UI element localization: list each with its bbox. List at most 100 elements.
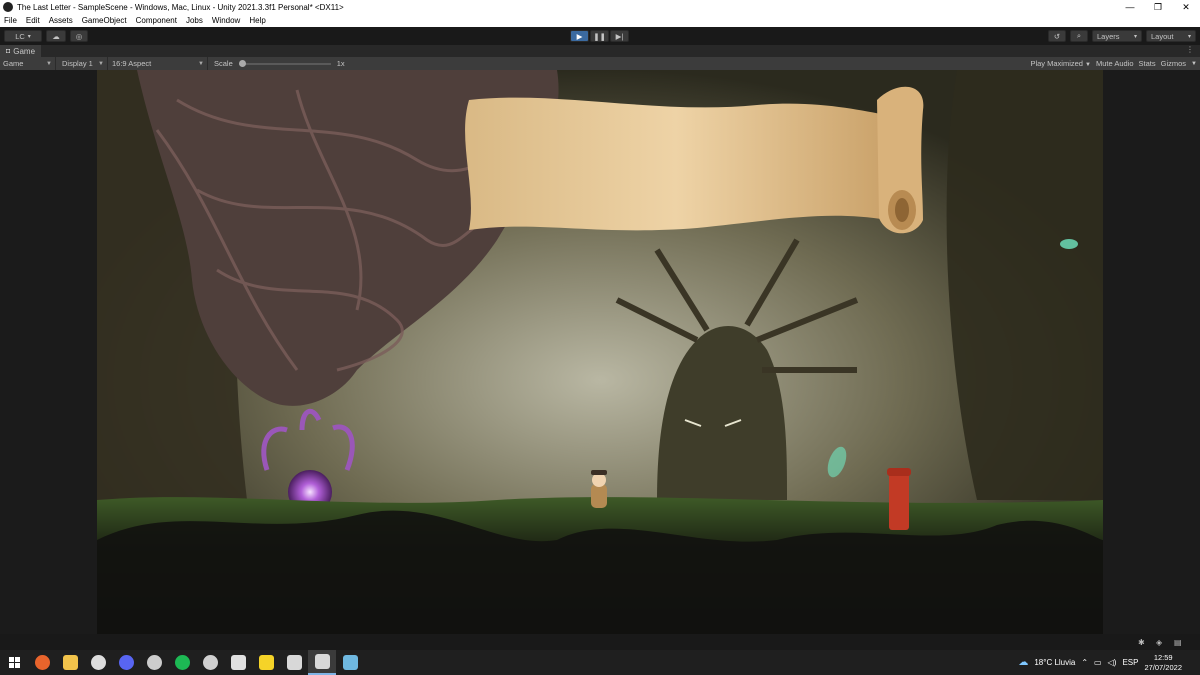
taskbar-app-notes[interactable] — [336, 650, 364, 675]
tray-overflow-icon[interactable]: ⌃ — [1081, 658, 1088, 667]
search-icon[interactable]: ⌕ — [1070, 30, 1088, 42]
console-icon[interactable]: ▤ — [1174, 638, 1184, 647]
unity-icon — [286, 655, 302, 670]
taskbar-app-steam[interactable] — [84, 650, 112, 675]
close-button[interactable]: ✕ — [1172, 0, 1200, 14]
unity-logo-icon — [3, 2, 13, 12]
scale-slider[interactable] — [238, 59, 331, 67]
stats-toggle[interactable]: Stats — [1139, 59, 1156, 68]
more-options-icon[interactable]: ⋮ — [1186, 45, 1194, 54]
play-controls: ▶ ❚❚ ▶| — [570, 30, 629, 42]
panel-tab-bar: ◘ Game ⋮ — [0, 45, 1200, 57]
view-mode-dropdown[interactable]: Game ▼ — [0, 57, 56, 70]
main-toolbar: LC ▾ ☁ ◎ ▶ ❚❚ ▶| ↺ ⌕ Layers ▾ Layout ▾ — [0, 27, 1200, 45]
clock[interactable]: 12:59 27/07/2022 — [1144, 653, 1182, 673]
taskbar-app-discord[interactable] — [112, 650, 140, 675]
gizmos-toggle[interactable]: Gizmos — [1161, 59, 1186, 68]
aspect-label: 16:9 Aspect — [112, 59, 152, 68]
scale-slider-knob[interactable] — [238, 59, 246, 67]
menu-gameobject[interactable]: GameObject — [82, 16, 127, 25]
game-scene — [97, 70, 1103, 634]
network-icon[interactable]: ▭ — [1094, 658, 1102, 667]
menu-file[interactable]: File — [4, 16, 17, 25]
cloud-icon[interactable]: ☁ — [46, 30, 66, 42]
taskbar-app-spotify[interactable] — [168, 650, 196, 675]
window-title-bar: The Last Letter - SampleScene - Windows,… — [0, 0, 1200, 14]
pause-button[interactable]: ❚❚ — [590, 30, 609, 42]
right-trees — [946, 70, 1103, 500]
windows-logo-icon — [8, 657, 20, 668]
history-icon[interactable]: ↺ — [1048, 30, 1066, 42]
minimize-button[interactable]: — — [1116, 0, 1144, 14]
window-title: The Last Letter - SampleScene - Windows,… — [17, 2, 344, 12]
volume-icon[interactable]: ◁) — [1108, 658, 1117, 667]
bug-icon[interactable]: ✱ — [1138, 638, 1148, 647]
steam-icon — [90, 655, 106, 670]
gamepad-icon: ◘ — [6, 47, 11, 55]
chevron-down-icon: ▼ — [198, 60, 204, 67]
menu-edit[interactable]: Edit — [26, 16, 40, 25]
weather-text[interactable]: 18°C Lluvia — [1034, 658, 1075, 667]
layers-dropdown[interactable]: Layers ▾ — [1092, 30, 1142, 42]
layout-dropdown[interactable]: Layout ▾ — [1146, 30, 1196, 42]
menu-jobs[interactable]: Jobs — [186, 16, 203, 25]
play-maximized-dropdown[interactable]: Play Maximized ▼ — [1030, 59, 1091, 68]
scale-label: Scale — [214, 59, 233, 68]
menu-window[interactable]: Window — [212, 16, 240, 25]
chevron-down-icon: ▾ — [27, 33, 31, 40]
collab-icon[interactable]: ◎ — [70, 30, 88, 42]
file-explorer-icon — [62, 655, 78, 670]
taskbar-app-unity-editor[interactable] — [308, 650, 336, 675]
search-app-icon — [146, 655, 162, 670]
red-postbox — [887, 468, 911, 530]
notes-app-icon — [342, 655, 358, 670]
tab-game[interactable]: ◘ Game — [0, 45, 42, 57]
cloud-status-icon[interactable]: ◈ — [1156, 638, 1166, 647]
taskbar-app-unity[interactable] — [280, 650, 308, 675]
layout-label: Layout — [1151, 31, 1174, 41]
windows-taskbar: ☁ 18°C Lluvia ⌃ ▭ ◁) ESP 12:59 27/07/202… — [0, 650, 1200, 675]
chevron-down-icon: ▾ — [1133, 33, 1137, 40]
game-viewport[interactable] — [0, 70, 1200, 634]
layers-label: Layers — [1097, 31, 1120, 41]
aspect-dropdown[interactable]: 16:9 Aspect ▼ — [108, 57, 208, 70]
spotify-icon — [174, 655, 190, 670]
game-view-toolbar: Game ▼ Display 1 ▼ 16:9 Aspect ▼ Scale 1… — [0, 57, 1200, 70]
taskbar-app-sticky-notes[interactable] — [252, 650, 280, 675]
taskbar-app-search[interactable] — [140, 650, 168, 675]
taskbar-app-settings[interactable] — [196, 650, 224, 675]
play-button[interactable]: ▶ — [570, 30, 589, 42]
settings-icon — [202, 655, 218, 670]
menu-assets[interactable]: Assets — [49, 16, 73, 25]
scale-control: Scale 1x — [208, 59, 345, 68]
restore-button[interactable]: ❐ — [1144, 0, 1172, 14]
firefox-icon — [34, 655, 50, 670]
tab-game-label: Game — [13, 46, 36, 56]
language-indicator[interactable]: ESP — [1122, 658, 1138, 667]
chevron-down-icon: ▾ — [1187, 33, 1191, 40]
unity-hub-icon — [230, 655, 246, 670]
start-button[interactable] — [0, 650, 28, 675]
account-dropdown[interactable]: LC ▾ — [4, 30, 42, 42]
scale-value: 1x — [336, 59, 345, 68]
menu-component[interactable]: Component — [136, 16, 177, 25]
chevron-down-icon: ▼ — [1085, 62, 1091, 68]
menu-help[interactable]: Help — [249, 16, 265, 25]
chevron-down-icon: ▼ — [98, 60, 104, 67]
taskbar-app-firefox[interactable] — [28, 650, 56, 675]
view-mode-label: Game — [3, 59, 24, 68]
mute-audio-toggle[interactable]: Mute Audio — [1096, 59, 1134, 68]
clock-date: 27/07/2022 — [1144, 662, 1182, 672]
display-dropdown[interactable]: Display 1 ▼ — [56, 57, 108, 70]
taskbar-app-unity-hub[interactable] — [224, 650, 252, 675]
chevron-down-icon: ▼ — [46, 60, 52, 67]
account-label: LC — [15, 31, 25, 41]
step-button[interactable]: ▶| — [610, 30, 629, 42]
chevron-down-icon[interactable]: ▼ — [1191, 61, 1197, 67]
discord-icon — [118, 655, 134, 670]
display-label: Display 1 — [62, 59, 93, 68]
game-render[interactable] — [97, 70, 1103, 634]
weather-icon[interactable]: ☁ — [1018, 657, 1028, 668]
taskbar-app-explorer[interactable] — [56, 650, 84, 675]
green-glow-light — [1060, 239, 1078, 249]
